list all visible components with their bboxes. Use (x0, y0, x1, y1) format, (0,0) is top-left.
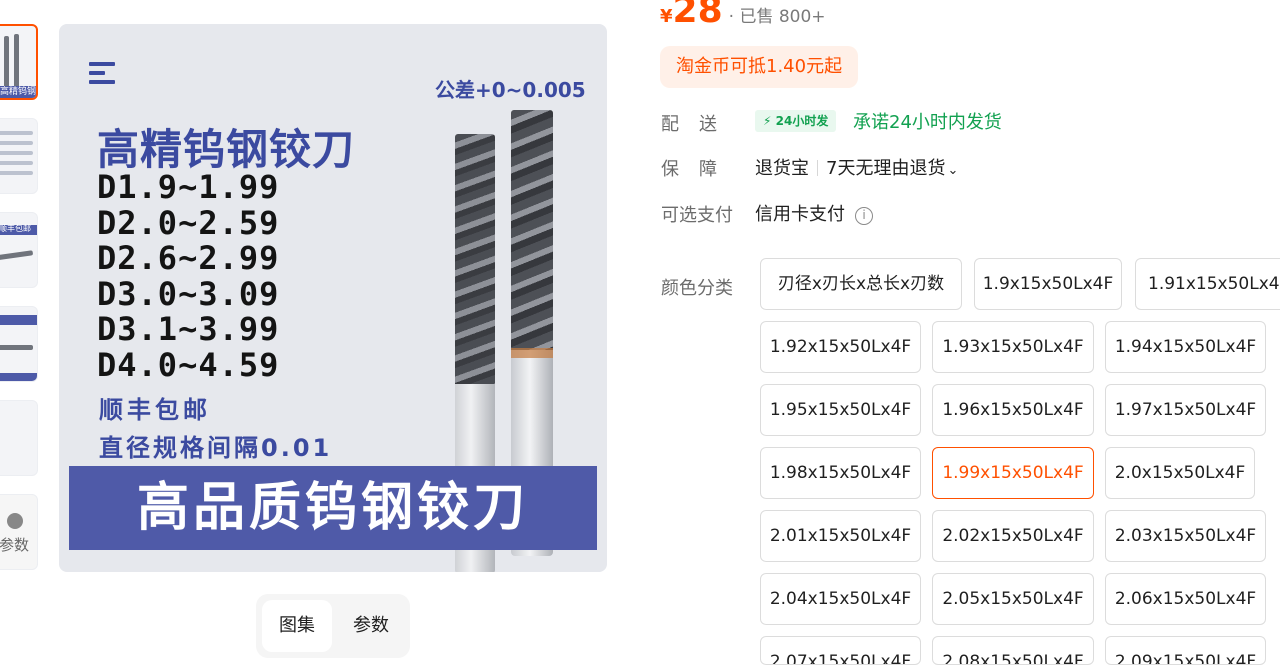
color-label: 颜色分类 (661, 278, 733, 299)
size-range: D2.6~2.99 (97, 239, 280, 277)
sku-option[interactable]: 刃径x刃长x总长x刃数 (760, 258, 962, 310)
delivery-badge-text: 24小时发 (775, 114, 829, 128)
thumb-line (0, 131, 33, 135)
thumb-line (0, 141, 33, 145)
guarantee-info[interactable]: 退货宝 7天无理由退货 ⌄ (755, 154, 958, 180)
size-range: D3.0~3.09 (97, 274, 280, 313)
sku-option[interactable]: 2.03x15x50Lx4F (1105, 510, 1266, 562)
thumbnail-4[interactable] (0, 306, 38, 382)
thumb-band (0, 315, 37, 325)
thumb-text: 顺丰包邮 (0, 224, 31, 233)
image-banner: 高品质钨钢铰刀 (69, 466, 597, 550)
sku-option[interactable]: 1.98x15x50Lx4F (760, 447, 921, 499)
thumbnail-3[interactable]: 顺丰包邮 (0, 212, 38, 288)
sku-option[interactable]: 1.95x15x50Lx4F (760, 384, 921, 436)
sku-option[interactable]: 1.96x15x50Lx4F (932, 384, 1094, 436)
thumbnail-2[interactable] (0, 118, 38, 194)
sku-option[interactable]: 2.02x15x50Lx4F (932, 510, 1094, 562)
sku-option[interactable]: 2.05x15x50Lx4F (932, 573, 1094, 625)
params-icon (7, 513, 23, 529)
sku-option-selected[interactable]: 1.99x15x50Lx4F (932, 447, 1094, 499)
size-range: D2.0~2.59 (97, 203, 280, 242)
divider (817, 160, 818, 176)
chevron-down-icon: ⌄ (947, 163, 959, 178)
thumb-text: 高精钨钢铰刀 (0, 87, 37, 97)
thumb-line (0, 151, 33, 155)
sku-option[interactable]: 1.97x15x50Lx4F (1105, 384, 1266, 436)
guarantee-return-insurance: 退货宝 (755, 158, 809, 179)
thumb-rod-icon (14, 34, 19, 88)
payment-info: 信用卡支付 i (755, 200, 873, 226)
gallery-tabs: 图集 参数 (256, 594, 410, 658)
sku-option[interactable]: 2.08x15x50Lx4F (932, 636, 1094, 665)
product-page: 高精钨钢铰刀 顺丰包邮 参数 公差+0~0.005 (0, 0, 1280, 665)
guarantee-label: 保障 (661, 159, 737, 180)
thumb-rod-icon (4, 36, 9, 88)
menu-icon (89, 62, 117, 86)
thumbnail-params[interactable]: 参数 (0, 494, 38, 570)
thumb-line (0, 171, 33, 175)
lightning-icon: ⚡ (763, 114, 772, 128)
thumb-rod-icon (0, 250, 34, 261)
sku-option[interactable]: 1.91x15x50Lx4F (1135, 258, 1280, 310)
thumb-rod-icon (0, 345, 33, 350)
sku-option[interactable]: 2.04x15x50Lx4F (760, 573, 921, 625)
delivery-badge: ⚡ 24小时发 (755, 110, 837, 132)
sku-option[interactable]: 2.09x15x50Lx4F (1105, 636, 1266, 665)
guarantee-7day-return: 7天无理由退货 (826, 158, 946, 179)
sku-option[interactable]: 1.9x15x50Lx4F (974, 258, 1122, 310)
delivery-label: 配送 (661, 114, 737, 135)
sku-option[interactable]: 2.06x15x50Lx4F (1105, 573, 1266, 625)
interval-text: 直径规格间隔0.01 (99, 434, 333, 462)
size-range: D4.0~4.59 (97, 345, 280, 384)
thumb-line (0, 161, 33, 165)
price-row: ¥28 · 已售 800+ (660, 0, 826, 34)
sku-option[interactable]: 2.07x15x50Lx4F (760, 636, 921, 665)
sku-option[interactable]: 2.01x15x50Lx4F (760, 510, 921, 562)
payment-value: 信用卡支付 (755, 204, 845, 225)
thumbnail-strip: 高精钨钢铰刀 顺丰包邮 参数 (0, 0, 40, 665)
sku-option[interactable]: 2.0x15x50Lx4F (1105, 447, 1255, 499)
payment-label: 可选支付 (661, 205, 733, 226)
shipping-text: 顺丰包邮 (99, 396, 211, 424)
tolerance-text: 公差+0~0.005 (435, 78, 586, 102)
tab-gallery[interactable]: 图集 (262, 600, 332, 652)
sku-option[interactable]: 1.92x15x50Lx4F (760, 321, 921, 373)
delivery-promise: 承诺24小时内发货 (853, 112, 1002, 133)
sku-option[interactable]: 1.94x15x50Lx4F (1105, 321, 1266, 373)
coin-offer-badge[interactable]: 淘金币可抵1.40元起 (660, 46, 859, 88)
sold-count: · 已售 800+ (728, 7, 826, 27)
thumbnail-5[interactable] (0, 400, 38, 476)
size-range: D3.1~3.99 (97, 310, 280, 348)
currency-symbol: ¥ (660, 6, 673, 27)
size-range: D1.9~1.99 (97, 168, 280, 206)
thumbnail-1[interactable]: 高精钨钢铰刀 (0, 24, 38, 100)
thumb-band (0, 373, 37, 381)
main-product-image[interactable]: 公差+0~0.005 高精钨钢铰刀 D1.9~1.99 D2.0~2.59 D2… (59, 24, 607, 572)
tab-params[interactable]: 参数 (336, 600, 406, 652)
sku-option[interactable]: 1.93x15x50Lx4F (932, 321, 1094, 373)
info-icon[interactable]: i (855, 207, 873, 225)
params-label: 参数 (0, 536, 30, 554)
price: 28 (672, 0, 723, 31)
size-list: D1.9~1.99 D2.0~2.59 D2.6~2.99 D3.0~3.09 … (97, 168, 280, 384)
